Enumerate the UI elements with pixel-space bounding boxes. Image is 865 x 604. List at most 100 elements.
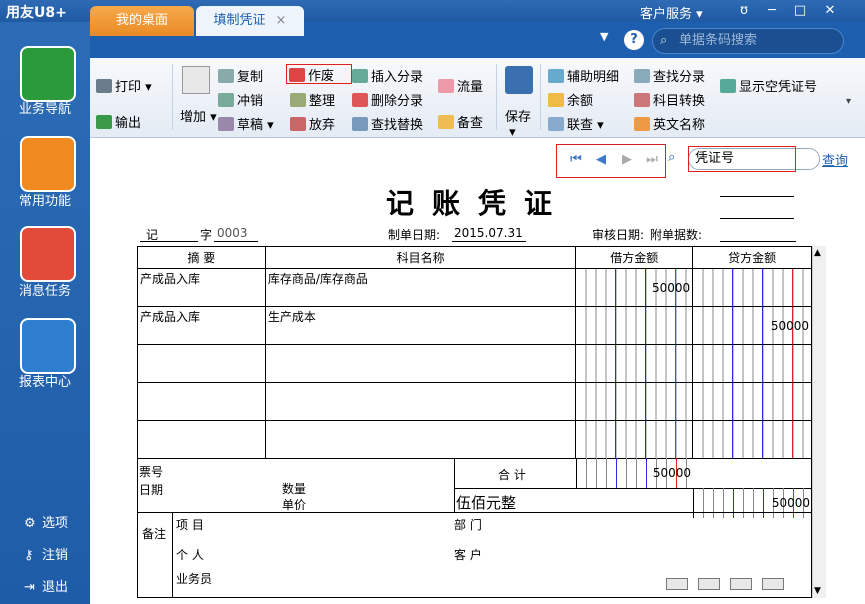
app-logo: 用友U8+ (6, 5, 67, 21)
header-summary: 摘 要 (137, 246, 266, 269)
business-nav-icon[interactable] (20, 46, 76, 102)
separator (496, 64, 497, 130)
save-icon[interactable] (505, 66, 533, 94)
link-query-button[interactable]: 联查 ▾ (548, 114, 604, 133)
balance-button[interactable]: 余额 (548, 90, 593, 109)
vertical-scrollbar[interactable] (812, 246, 826, 598)
row-credit[interactable] (692, 382, 812, 421)
card-icon[interactable] (666, 578, 688, 590)
account-convert-button[interactable]: 科目转换 (634, 90, 705, 109)
total-label: 合 计 (498, 468, 526, 482)
divider (720, 196, 794, 197)
tab-my-desktop[interactable]: 我的桌面 (90, 6, 194, 36)
row-credit[interactable] (692, 268, 812, 307)
delete-entry-button[interactable]: 删除分录 (352, 90, 423, 109)
add-icon[interactable] (182, 66, 210, 94)
insert-entry-button[interactable]: 插入分录 (352, 66, 423, 85)
void-button[interactable]: 作废 (286, 64, 352, 84)
draft-button[interactable]: 草稿 ▾ (218, 114, 274, 133)
minimize-button[interactable]: ─ (762, 2, 782, 20)
u-icon[interactable]: ʊ (734, 2, 754, 20)
separator (172, 64, 173, 130)
output-button[interactable]: 输出 (96, 112, 141, 131)
table-row: 产成品入库 生产成本 50000 (137, 306, 812, 345)
show-empty-number-button[interactable]: 显示空凭证号 (720, 76, 817, 95)
find-entry-button[interactable]: 查找分录 (634, 66, 705, 85)
scroll-down-icon[interactable]: ▼ (814, 586, 821, 596)
input-highlight (688, 146, 796, 172)
row-account[interactable]: 生产成本 (264, 306, 577, 345)
row-account[interactable] (264, 420, 577, 459)
row-debit[interactable] (575, 306, 694, 345)
row-summary[interactable] (137, 382, 266, 421)
row-debit[interactable] (575, 344, 694, 383)
row-account[interactable]: 库存商品/库存商品 (264, 268, 577, 307)
print-button[interactable]: 打印 ▾ (96, 76, 152, 95)
add-button[interactable]: 增加 ▾ (180, 106, 217, 125)
row-summary[interactable]: 产成品入库 (137, 268, 266, 307)
department-label: 部 门 (454, 518, 482, 532)
row-summary[interactable] (137, 344, 266, 383)
row-summary[interactable]: 产成品入库 (137, 306, 266, 345)
row-summary[interactable] (137, 420, 266, 459)
reverse-button[interactable]: 冲销 (218, 90, 263, 109)
row-account[interactable] (264, 382, 577, 421)
divider (454, 458, 455, 512)
date-field-label: 日期 (139, 483, 164, 497)
tab-close-icon[interactable]: × (276, 13, 287, 28)
sidebar-item-business-nav[interactable]: 业务导航 (0, 98, 90, 117)
query-link[interactable]: 查询 (822, 150, 848, 169)
exit-button[interactable]: ⇥ 退出 (24, 576, 68, 595)
project-label: 项 目 (176, 518, 204, 532)
prev-page-icon[interactable]: ◀ (590, 152, 612, 168)
options-button[interactable]: ⚙ 选项 (24, 512, 68, 531)
dropdown-arrow-icon[interactable]: ▼ (600, 30, 608, 43)
voucher-table: 摘 要 科目名称 借方金额 贷方金额 产成品入库 库存商品/库存商品 50000… (137, 246, 812, 459)
sidebar-item-common[interactable]: 常用功能 (0, 190, 90, 209)
flow-button[interactable]: 流量 (438, 76, 483, 95)
aux-detail-button[interactable]: 辅助明细 (548, 66, 619, 85)
tab-fill-voucher[interactable]: 填制凭证 × (196, 6, 304, 36)
expand-icon[interactable] (762, 578, 784, 590)
logout-button[interactable]: ⚷ 注销 (24, 544, 68, 563)
row-account[interactable] (264, 344, 577, 383)
row-credit[interactable] (692, 420, 812, 459)
sidebar-item-messages[interactable]: 消息任务 (0, 280, 90, 299)
toolbar-more-icon[interactable]: ▾ (846, 96, 851, 107)
table-row (137, 420, 812, 459)
scroll-up-icon[interactable]: ▲ (814, 248, 821, 258)
edit-icon[interactable] (730, 578, 752, 590)
copy-button[interactable]: 复制 (218, 66, 263, 85)
sidebar-item-reports[interactable]: 报表中心 (0, 371, 90, 390)
row-debit[interactable] (575, 420, 694, 459)
id-icon[interactable] (698, 578, 720, 590)
tidy-button[interactable]: 整理 (290, 90, 335, 109)
discard-button[interactable]: 放弃 (290, 114, 335, 133)
last-page-icon[interactable]: ⏭ (641, 152, 663, 168)
row-credit[interactable] (692, 344, 812, 383)
english-name-button[interactable]: 英文名称 (634, 114, 705, 133)
salesman-label: 业务员 (176, 572, 213, 586)
common-functions-icon[interactable] (20, 136, 76, 192)
close-button[interactable]: ✕ (820, 2, 840, 20)
exit-icon: ⇥ (24, 580, 35, 595)
first-page-icon[interactable]: ⏮ (565, 152, 587, 168)
header-debit: 借方金额 (575, 246, 694, 269)
search-icon: ⌕ (660, 33, 668, 48)
message-task-icon[interactable] (20, 226, 76, 282)
maximize-button[interactable]: □ (790, 2, 810, 20)
next-page-icon[interactable]: ▶ (616, 152, 638, 168)
row-debit[interactable]: 50000 (575, 268, 694, 307)
row-credit[interactable]: 50000 (692, 306, 812, 345)
report-center-icon[interactable] (20, 318, 76, 374)
voucher-number[interactable]: 0003 (217, 226, 248, 240)
barcode-search-input[interactable]: 单据条码搜索 (652, 28, 844, 54)
table-row (137, 382, 812, 421)
customer-service-menu[interactable]: 客户服务 ▾ (640, 3, 703, 22)
memo-button[interactable]: 备查 (438, 112, 483, 131)
save-button[interactable]: 保存 ▾ (505, 106, 531, 140)
find-replace-button[interactable]: 查找替换 (352, 114, 423, 133)
row-debit[interactable] (575, 382, 694, 421)
help-icon[interactable]: ? (624, 30, 644, 50)
make-date[interactable]: 2015.07.31 (454, 226, 523, 240)
